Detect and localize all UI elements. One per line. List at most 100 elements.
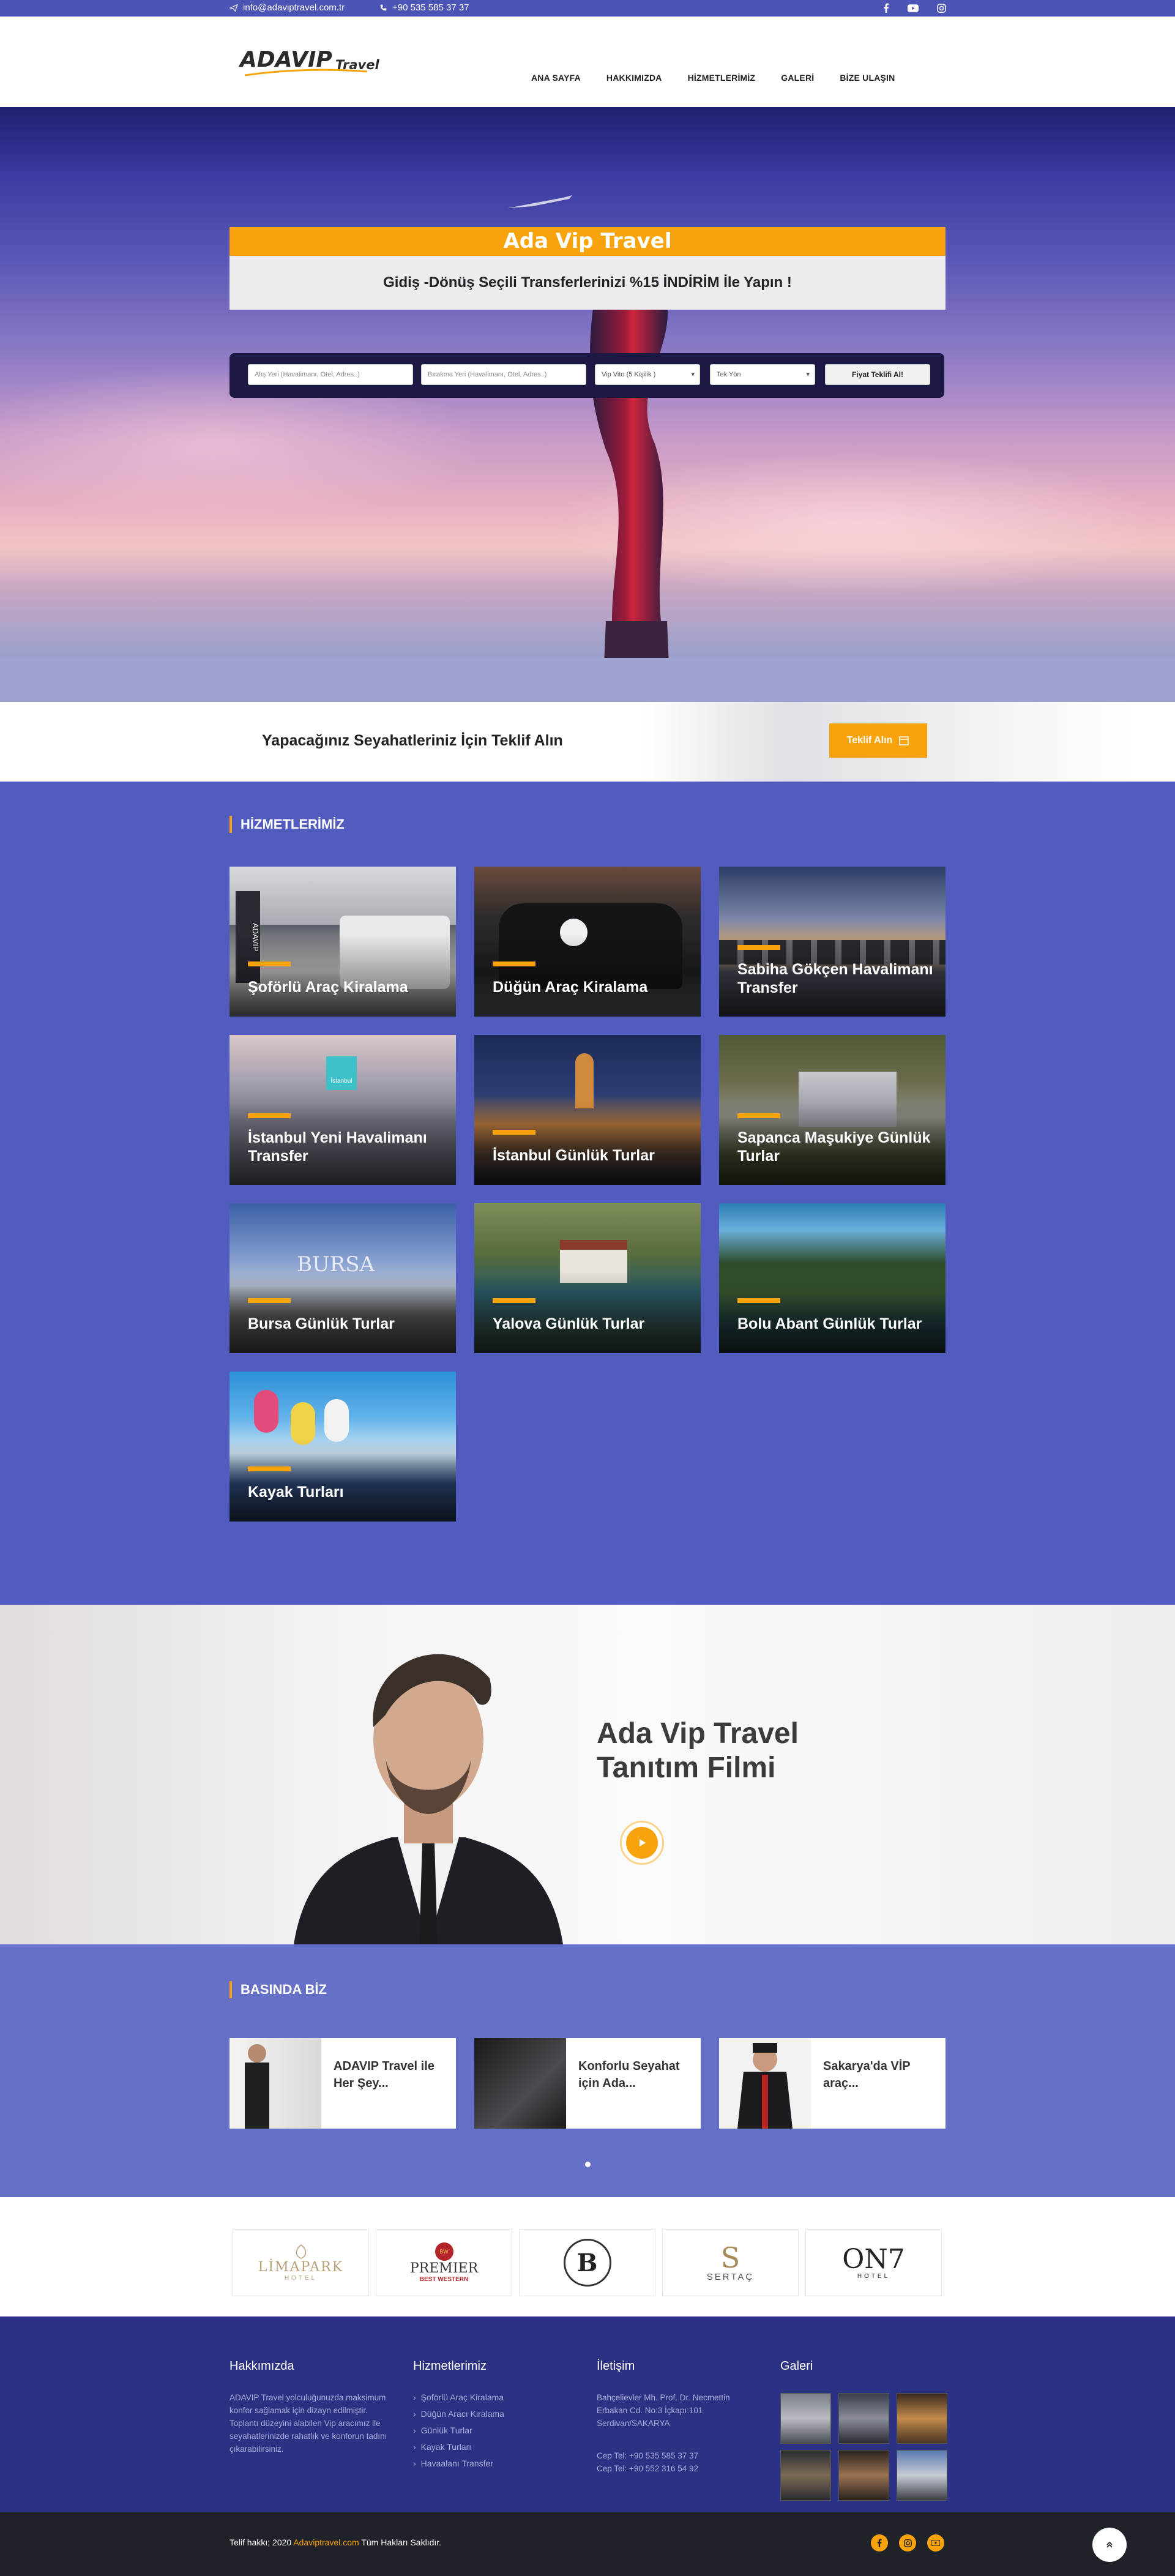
promo-video-section: Ada Vip Travel Tanıtım Filmi xyxy=(0,1605,1175,1944)
dropoff-input[interactable]: Bırakma Yeri (Havalimanı, Otel, Adres..) xyxy=(421,364,586,385)
gallery-thumbnail[interactable] xyxy=(780,2393,831,2444)
footer-link-label: Günlük Turlar xyxy=(420,2425,472,2435)
service-card[interactable]: Sabiha Gökçen Havalimanı Transfer xyxy=(719,867,946,1017)
service-card[interactable]: ADAVIP Şoförlü Araç Kiralama xyxy=(229,867,456,1017)
footer-link-label: Düğün Aracı Kiralama xyxy=(420,2409,504,2419)
site-footer xyxy=(0,2317,1175,2512)
instagram-icon[interactable] xyxy=(899,2534,916,2552)
site-header: ADAVIP Travel ANA SAYFA HAKKIMIZDA HİZME… xyxy=(0,17,1175,107)
site-logo[interactable]: ADAVIP Travel xyxy=(238,43,379,86)
pickup-input[interactable]: Alış Yeri (Havalimanı, Otel, Adres..) xyxy=(248,364,413,385)
promo-title: Ada Vip Travel Tanıtım Filmi xyxy=(597,1717,903,1785)
press-image xyxy=(474,2038,566,2129)
man-in-suit-image xyxy=(294,1654,563,1944)
leaf-icon xyxy=(296,2244,306,2259)
press-card[interactable]: Konforlu Seyahat için Ada... xyxy=(474,2038,701,2129)
chevron-down-icon: ▾ xyxy=(806,371,810,378)
press-card[interactable]: ADAVIP Travel ile Her Şey... xyxy=(229,2038,456,2129)
gallery-thumbnail[interactable] xyxy=(838,2393,889,2444)
card-shade xyxy=(474,1102,701,1185)
footer-contact-title: İletişim xyxy=(597,2359,635,2373)
quote-bar: Yapacağınız Seyahatleriniz İçin Teklif A… xyxy=(0,702,1175,782)
card-shade xyxy=(719,1271,946,1353)
service-card[interactable]: Sapanca Maşukiye Günlük Turlar xyxy=(719,1035,946,1185)
nav-contact[interactable]: BİZE ULAŞIN xyxy=(840,73,895,83)
footer-link[interactable]: › Düğün Aracı Kiralama xyxy=(413,2409,504,2419)
booking-form: Alış Yeri (Havalimanı, Otel, Adres..) Bı… xyxy=(229,353,944,398)
play-video-button[interactable] xyxy=(620,1821,664,1865)
quote-text: Yapacağınız Seyahatleriniz İçin Teklif A… xyxy=(262,732,563,749)
partner-name: LİMAPARK xyxy=(258,2260,344,2275)
copyright-link[interactable]: Adaviptravel.com xyxy=(293,2537,359,2547)
service-card[interactable]: Kayak Turları xyxy=(229,1372,456,1521)
direction-select[interactable]: Tek Yön ▾ xyxy=(710,364,815,385)
card-accent xyxy=(737,1298,780,1303)
youtube-icon[interactable] xyxy=(927,2534,944,2552)
partner-logo[interactable]: S SERTAÇ xyxy=(662,2229,799,2296)
scroll-to-top-button[interactable] xyxy=(1092,2528,1127,2562)
service-card[interactable]: Yalova Günlük Turlar xyxy=(474,1203,701,1353)
press-heading: BASINDA BİZ xyxy=(229,1981,327,1998)
press-title-text: Sakarya'da VİP araç... xyxy=(823,2059,911,2090)
partner-logo[interactable]: B xyxy=(519,2229,655,2296)
footer-link-label: Kayak Turları xyxy=(420,2442,472,2452)
gallery-thumbnail[interactable] xyxy=(897,2450,947,2501)
chevron-right-icon: › xyxy=(413,2409,416,2419)
press-title: BASINDA BİZ xyxy=(241,1982,327,1997)
partner-logo[interactable]: LİMAPARK HOTEL xyxy=(233,2229,369,2296)
card-shade xyxy=(229,934,456,1017)
hero-bottom-band xyxy=(0,658,1175,702)
nav-gallery[interactable]: GALERİ xyxy=(781,73,814,83)
card-accent xyxy=(493,961,535,966)
footer-link[interactable]: › Şoförlü Araç Kiralama xyxy=(413,2392,504,2402)
topbar-email[interactable]: info@adaviptravel.com.tr xyxy=(229,2,345,13)
partner-logo[interactable]: BW PREMIER BEST WESTERN xyxy=(376,2229,512,2296)
service-card[interactable]: BURSA Bursa Günlük Turlar xyxy=(229,1203,456,1353)
vehicle-select[interactable]: Vip Vito (5 Kişilik ) ▾ xyxy=(595,364,700,385)
nav-services[interactable]: HİZMETLERİMİZ xyxy=(688,73,756,83)
footer-link-label: Havaalanı Transfer xyxy=(420,2458,493,2468)
facebook-icon[interactable] xyxy=(880,2,892,14)
service-card[interactable]: Bolu Abant Günlük Turlar xyxy=(719,1203,946,1353)
instagram-icon[interactable] xyxy=(935,2,947,14)
phone-icon xyxy=(380,4,387,11)
footer-phone-1[interactable]: Cep Tel: +90 535 585 37 37 xyxy=(597,2449,698,2462)
chevron-down-icon: ▾ xyxy=(691,371,695,378)
card-accent xyxy=(248,1466,291,1471)
footer-link[interactable]: › Kayak Turları xyxy=(413,2442,504,2452)
topbar-phone[interactable]: +90 535 585 37 37 xyxy=(379,2,469,13)
gallery-thumbnail[interactable] xyxy=(838,2450,889,2501)
service-card[interactable]: Düğün Araç Kiralama xyxy=(474,867,701,1017)
card-accent xyxy=(737,945,780,950)
copyright-bar xyxy=(0,2512,1175,2576)
partner-sub: BEST WESTERN xyxy=(419,2276,469,2283)
partner-sub: HOTEL xyxy=(284,2275,318,2282)
gallery-thumbnail[interactable] xyxy=(780,2450,831,2501)
carousel-dot[interactable] xyxy=(585,2162,591,2167)
serpent-s-icon: S xyxy=(720,2241,740,2274)
footer-link[interactable]: › Günlük Turlar xyxy=(413,2425,504,2435)
facebook-icon[interactable] xyxy=(871,2534,888,2552)
direction-select-value: Tek Yön xyxy=(717,371,741,378)
service-title: İstanbul Yeni Havalimanı Transfer xyxy=(248,1129,427,1165)
chevron-right-icon: › xyxy=(413,2442,416,2452)
hero-section: Ada Vip Travel Gidiş -Dönüş Seçili Trans… xyxy=(0,107,1175,658)
service-card[interactable]: İstanbul Günlük Turlar xyxy=(474,1035,701,1185)
service-card[interactable]: İstanbul İstanbul Yeni Havalimanı Transf… xyxy=(229,1035,456,1185)
nav-home[interactable]: ANA SAYFA xyxy=(531,73,581,83)
footer-address: Bahçelievler Mh. Prof. Dr. Necmettin Erb… xyxy=(597,2393,730,2428)
partner-name: B xyxy=(576,2248,598,2277)
copyright-prefix: Telif hakkı; 2020 xyxy=(229,2537,292,2547)
press-card[interactable]: Sakarya'da VİP araç... xyxy=(719,2038,946,2129)
nav-about[interactable]: HAKKIMIZDA xyxy=(606,73,662,83)
service-title: Bolu Abant Günlük Turlar xyxy=(737,1315,922,1332)
chevron-right-icon: › xyxy=(413,2392,416,2402)
quote-button[interactable]: Teklif Alın xyxy=(829,723,927,758)
footer-link[interactable]: › Havaalanı Transfer xyxy=(413,2458,504,2468)
youtube-icon[interactable] xyxy=(907,2,919,14)
card-accent xyxy=(248,1298,291,1303)
gallery-thumbnail[interactable] xyxy=(897,2393,947,2444)
footer-phone-2[interactable]: Cep Tel: +90 552 316 54 92 xyxy=(597,2462,698,2475)
get-quote-button[interactable]: Fiyat Teklifi Al! xyxy=(825,364,930,385)
partner-logo[interactable]: ON7 HOTEL xyxy=(805,2229,942,2296)
